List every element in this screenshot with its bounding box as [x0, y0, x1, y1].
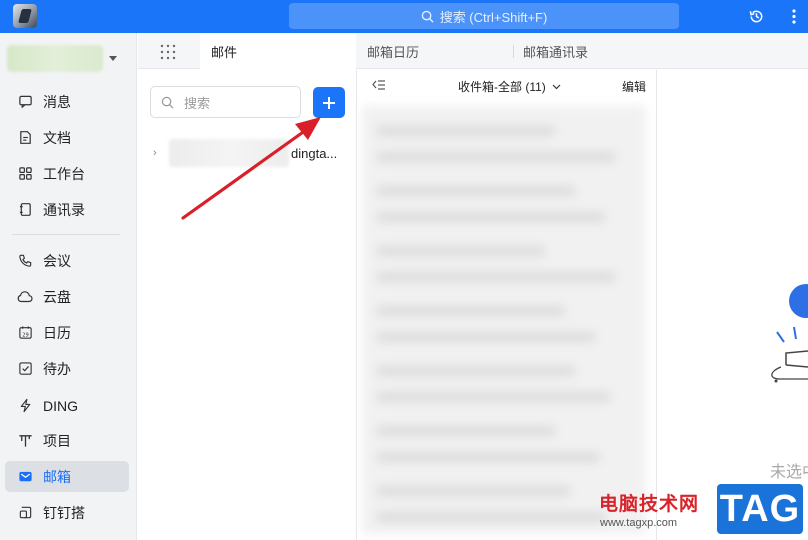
- chevron-right-icon[interactable]: ›: [153, 147, 167, 159]
- sidebar-item-label: 通讯录: [43, 201, 85, 218]
- account-name-redacted: [169, 139, 289, 167]
- ding-icon: [17, 398, 33, 414]
- sidebar-item-label: 待办: [43, 360, 71, 377]
- sidebar-item-dingda[interactable]: 钉钉搭: [5, 497, 129, 528]
- app-grid-icon[interactable]: [160, 44, 176, 60]
- left-sidebar: 消息 文档 工作台 通讯录 会议 云盘 29 日历 待办 DING 项目 邮箱: [0, 33, 137, 540]
- sidebar-item-todo[interactable]: 待办: [5, 353, 129, 384]
- mail-account-row[interactable]: › dingta...: [153, 139, 353, 167]
- tab-mail[interactable]: 邮件: [200, 33, 356, 70]
- todo-icon: [17, 361, 33, 377]
- sidebar-item-label: DING: [43, 397, 78, 414]
- sidebar-item-label: 会议: [43, 252, 71, 269]
- message-icon: [17, 94, 33, 110]
- sidebar-item-cloud-drive[interactable]: 云盘: [5, 281, 129, 312]
- meeting-icon: [17, 253, 33, 269]
- sidebar-item-label: 邮箱: [43, 468, 71, 485]
- mail-folder-panel: 搜索 › dingta...: [138, 70, 357, 540]
- folder-filter-dropdown[interactable]: 收件箱-全部 (11): [458, 78, 561, 95]
- sidebar-item-projects[interactable]: 项目: [5, 425, 129, 456]
- watermark-site-name: 电脑技术网: [599, 494, 700, 515]
- account-address-suffix: dingta...: [291, 145, 338, 161]
- tab-label: 邮箱日历: [367, 44, 420, 60]
- workbench-icon: [17, 166, 33, 182]
- sidebar-item-label: 日历: [43, 324, 71, 341]
- empty-state-text: 未选中: [770, 464, 808, 481]
- mailbox-icon: [17, 469, 33, 485]
- contacts-icon: [17, 202, 33, 218]
- folder-title-label: 收件箱-全部 (11): [458, 80, 546, 94]
- calendar-icon: 29: [17, 325, 33, 341]
- compose-button[interactable]: [313, 87, 345, 118]
- sidebar-item-messages[interactable]: 消息: [5, 86, 129, 117]
- plus-icon: [323, 96, 335, 109]
- sidebar-item-label: 云盘: [43, 288, 71, 305]
- tab-mailbox-calendar[interactable]: 邮箱日历: [367, 33, 419, 69]
- message-list-panel: 收件箱-全部 (11) 编辑: [358, 70, 657, 540]
- project-icon: [17, 433, 33, 449]
- mail-search-placeholder: 搜索: [184, 95, 211, 111]
- svg-text:29: 29: [22, 332, 29, 338]
- search-icon: [161, 96, 174, 108]
- sidebar-item-label: 项目: [43, 432, 71, 449]
- global-search-box[interactable]: 搜索 (Ctrl+Shift+F): [289, 3, 679, 29]
- sidebar-item-documents[interactable]: 文档: [5, 122, 129, 153]
- user-avatar[interactable]: [13, 4, 37, 28]
- tab-label: 邮箱通讯录: [523, 44, 589, 60]
- sidebar-item-label: 文档: [43, 129, 71, 146]
- dingda-icon: [17, 505, 33, 521]
- sidebar-item-label: 钉钉搭: [43, 504, 85, 521]
- sidebar-item-calendar[interactable]: 29 日历: [5, 317, 129, 348]
- empty-mailbox-illustration: [771, 284, 808, 383]
- chevron-down-icon: [552, 84, 561, 90]
- tab-mailbox-contacts[interactable]: 邮箱通讯录: [523, 33, 588, 69]
- chevron-down-icon[interactable]: [109, 56, 117, 61]
- history-icon[interactable]: [748, 8, 765, 25]
- mail-tabs-bar: 邮件 邮箱日历 邮箱通讯录: [138, 33, 808, 70]
- tab-label: 邮件: [211, 45, 238, 60]
- sidebar-item-contacts[interactable]: 通讯录: [5, 194, 129, 225]
- sidebar-item-workbench[interactable]: 工作台: [5, 158, 129, 189]
- sidebar-item-ding[interactable]: DING: [5, 390, 129, 421]
- mail-search-input[interactable]: 搜索: [150, 86, 301, 118]
- more-icon[interactable]: [790, 8, 804, 25]
- collapse-panel-icon[interactable]: [372, 79, 386, 91]
- watermark-url: www.tagxp.com: [600, 517, 678, 529]
- sidebar-item-meetings[interactable]: 会议: [5, 245, 129, 276]
- tab-separator: [513, 45, 514, 58]
- reading-pane: 未选中: [658, 70, 808, 540]
- document-icon: [17, 130, 33, 146]
- sidebar-item-label: 工作台: [43, 165, 85, 182]
- sidebar-item-label: 消息: [43, 93, 71, 110]
- message-list-redacted: [362, 106, 646, 534]
- cloud-drive-icon: [17, 289, 33, 305]
- organization-switcher[interactable]: [7, 45, 103, 72]
- edit-button[interactable]: 编辑: [622, 78, 646, 95]
- global-search-placeholder: 搜索 (Ctrl+Shift+F): [439, 9, 548, 25]
- sidebar-divider: [12, 234, 120, 235]
- title-bar: 搜索 (Ctrl+Shift+F): [0, 0, 808, 33]
- search-icon: [421, 10, 434, 23]
- watermark-tag-logo: TAG: [717, 484, 803, 534]
- sidebar-item-mailbox[interactable]: 邮箱: [5, 461, 129, 492]
